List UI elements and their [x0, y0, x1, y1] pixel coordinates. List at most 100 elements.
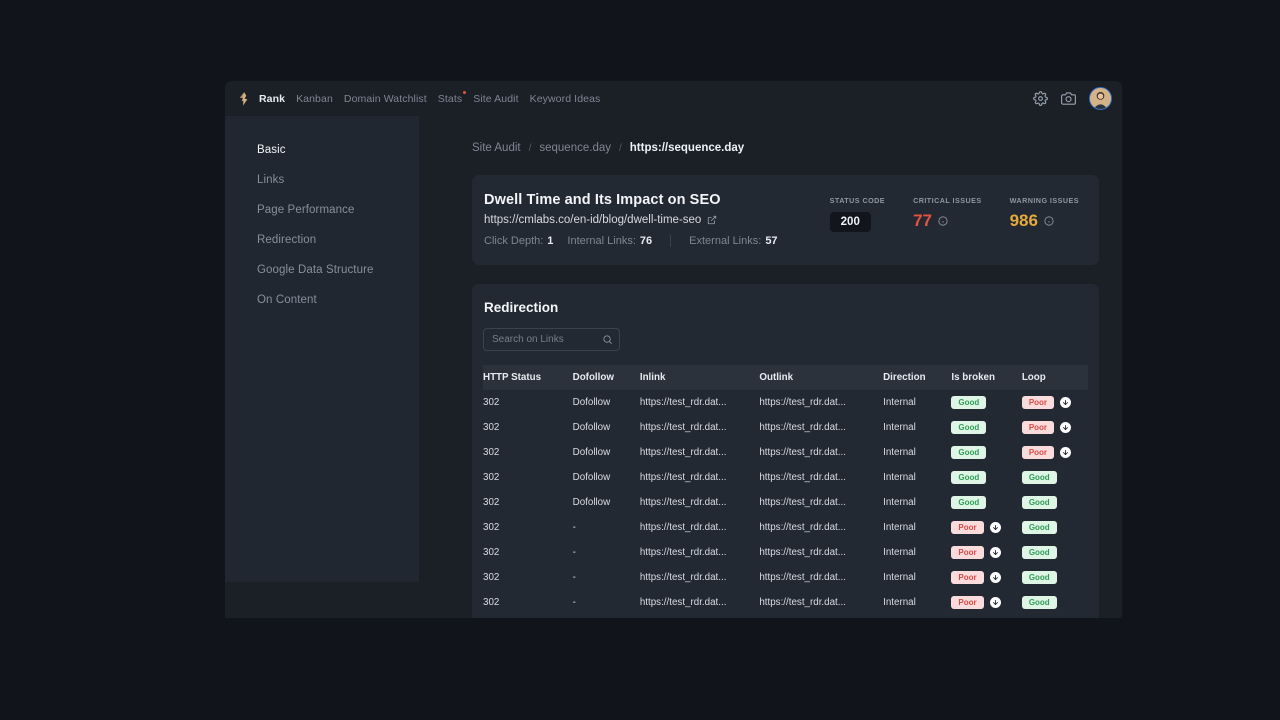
- search-links-input[interactable]: [483, 328, 620, 351]
- cell-http-status: 302: [483, 497, 500, 508]
- loop-badge: Poor: [1021, 446, 1055, 459]
- column-direction[interactable]: Direction: [883, 365, 951, 390]
- camera-icon[interactable]: [1061, 91, 1076, 106]
- is-broken-download-button[interactable]: [989, 597, 1001, 608]
- cell-inlink[interactable]: https://test_rdr.dat...: [640, 615, 760, 618]
- column-inlink[interactable]: Inlink: [640, 365, 760, 390]
- table-row[interactable]: 302-https://test_rdr.dat...https://test_…: [483, 590, 1088, 615]
- cell-inlink[interactable]: https://test_rdr.dat...: [640, 490, 760, 515]
- stat-warning-issues-label: WARNING ISSUES: [1009, 196, 1079, 205]
- cell-is-broken-content: Good: [951, 421, 1021, 434]
- sidebar-item-basic[interactable]: Basic: [225, 135, 419, 165]
- table-row[interactable]: 302-https://test_rdr.dat...https://test_…: [483, 540, 1088, 565]
- cell-inlink[interactable]: https://test_rdr.dat...: [640, 540, 760, 565]
- redirection-table: HTTP Status Dofollow Inlink Outlink Dire…: [483, 365, 1088, 618]
- loop-download-button[interactable]: [1060, 447, 1072, 458]
- column-loop[interactable]: Loop: [1022, 365, 1088, 390]
- cell-is-broken: Good: [951, 440, 1021, 465]
- loop-badge: Good: [1021, 571, 1057, 584]
- table-row[interactable]: 302 Dofollow https://test_rdr.dat... https:…: [483, 440, 1088, 465]
- loop-badge: Poor: [1021, 396, 1055, 409]
- cell-outlink[interactable]: https://test_rdr.dat...: [759, 540, 883, 565]
- cell-loop-content: Poor: [1021, 421, 1088, 434]
- page-url-link[interactable]: https://cmlabs.co/en-id/blog/dwell-time-…: [484, 214, 701, 226]
- cell-outlink[interactable]: https://test_rdr.dat...: [759, 515, 883, 540]
- nav-item-stats[interactable]: Stats: [438, 90, 467, 105]
- table-body: 302 Dofollow https://test_rdr.dat... https:…: [483, 390, 1088, 618]
- avatar[interactable]: [1089, 87, 1112, 110]
- info-icon[interactable]: [1044, 215, 1054, 226]
- table-row[interactable]: 302-https://test_rdr.dat...https://test_…: [483, 615, 1088, 618]
- column-dofollow[interactable]: Dofollow: [573, 365, 640, 390]
- breadcrumb-separator: /: [528, 142, 532, 154]
- rank-logo-icon[interactable]: [237, 91, 253, 107]
- nav-item-kanban[interactable]: Kanban: [296, 93, 333, 105]
- cell-http-status: 302: [483, 522, 500, 533]
- cell-outlink[interactable]: https://test_rdr.dat...: [759, 465, 883, 490]
- cell-http-status: 302: [483, 572, 500, 583]
- sidebar-item-page-performance[interactable]: Page Performance: [225, 195, 419, 225]
- column-is-broken[interactable]: Is broken: [951, 365, 1021, 390]
- cell-outlink[interactable]: https://test_rdr.dat...: [759, 440, 883, 465]
- cell-inlink[interactable]: https://test_rdr.dat...: [640, 440, 760, 465]
- nav-item-domain-watchlist[interactable]: Domain Watchlist: [344, 93, 427, 105]
- nav-item-keyword-ideas[interactable]: Keyword Ideas: [530, 93, 601, 105]
- cell-is-broken: Good: [951, 390, 1021, 415]
- gear-icon[interactable]: [1033, 91, 1048, 106]
- sidebar-item-redirection[interactable]: Redirection: [225, 225, 419, 255]
- cell-direction: Internal: [883, 447, 916, 458]
- page-summary-info: Dwell Time and Its Impact on SEO https:/…: [484, 192, 830, 247]
- loop-download-button[interactable]: [1060, 422, 1072, 433]
- external-link-icon[interactable]: [707, 215, 717, 225]
- cell-is-broken-content: Good: [951, 496, 1021, 509]
- app-window: Rank Kanban Domain Watchlist Stats Site …: [225, 81, 1122, 618]
- cell-is-broken-content: Poor: [951, 596, 1021, 609]
- cell-inlink[interactable]: https://test_rdr.dat...: [640, 565, 760, 590]
- is-broken-download-button[interactable]: [989, 547, 1001, 558]
- cell-outlink[interactable]: https://test_rdr.dat...: [759, 390, 883, 415]
- table-row[interactable]: 302 Dofollow https://test_rdr.dat... https:…: [483, 465, 1088, 490]
- page-stats: STATUS CODE 200 CRITICAL ISSUES 77 WARNI…: [829, 192, 1079, 232]
- cell-inlink[interactable]: https://test_rdr.dat...: [640, 415, 760, 440]
- nav-item-site-audit[interactable]: Site Audit: [473, 93, 518, 105]
- cell-inlink[interactable]: https://test_rdr.dat...: [640, 465, 760, 490]
- table-row[interactable]: 302-https://test_rdr.dat...https://test_…: [483, 515, 1088, 540]
- cell-outlink[interactable]: https://test_rdr.dat...: [759, 565, 883, 590]
- is-broken-download-button[interactable]: [989, 572, 1001, 583]
- info-icon[interactable]: [938, 215, 948, 226]
- cell-loop-content: Good: [1021, 496, 1088, 509]
- sidebar-item-google-data-structure[interactable]: Google Data Structure: [225, 255, 419, 285]
- is-broken-download-button[interactable]: [989, 522, 1001, 533]
- cell-direction: Internal: [883, 422, 916, 433]
- metric-click-depth: Click Depth: 1: [484, 235, 553, 247]
- cell-inlink[interactable]: https://test_rdr.dat...: [640, 590, 760, 615]
- cell-loop: Poor: [1021, 390, 1088, 415]
- avatar-photo: [1090, 88, 1111, 109]
- cell-loop: Good: [1022, 615, 1088, 618]
- table-row[interactable]: 302 Dofollow https://test_rdr.dat... https:…: [483, 390, 1088, 415]
- cell-outlink[interactable]: https://test_rdr.dat...: [759, 590, 883, 615]
- cell-inlink[interactable]: https://test_rdr.dat...: [640, 390, 760, 415]
- sidebar-item-links[interactable]: Links: [225, 165, 419, 195]
- table-row[interactable]: 302-https://test_rdr.dat...https://test_…: [483, 565, 1088, 590]
- cell-http-status: 302: [483, 422, 500, 433]
- nav-item-rank[interactable]: Rank: [259, 93, 285, 105]
- sidebar-item-on-content[interactable]: On Content: [225, 285, 419, 315]
- cell-direction: Internal: [883, 397, 916, 408]
- cell-is-broken: Good: [951, 490, 1021, 515]
- table-row[interactable]: 302 Dofollow https://test_rdr.dat... https:…: [483, 490, 1088, 515]
- column-http-status[interactable]: HTTP Status: [483, 365, 573, 390]
- column-outlink[interactable]: Outlink: [759, 365, 883, 390]
- cell-outlink[interactable]: https://test_rdr.dat...: [759, 490, 883, 515]
- table-row[interactable]: 302 Dofollow https://test_rdr.dat... https:…: [483, 415, 1088, 440]
- breadcrumb-item-sequence-day[interactable]: sequence.day: [539, 142, 611, 154]
- loop-download-button[interactable]: [1060, 397, 1072, 408]
- breadcrumb-item-site-audit[interactable]: Site Audit: [472, 142, 521, 154]
- stat-warning-issues-value-row: 986: [1010, 212, 1079, 229]
- cell-outlink[interactable]: https://test_rdr.dat...: [759, 615, 883, 618]
- loop-badge: Good: [1021, 596, 1057, 609]
- cell-loop: Poor: [1021, 440, 1088, 465]
- cell-inlink[interactable]: https://test_rdr.dat...: [640, 515, 760, 540]
- cell-outlink[interactable]: https://test_rdr.dat...: [759, 415, 883, 440]
- is-broken-badge: Poor: [951, 546, 984, 559]
